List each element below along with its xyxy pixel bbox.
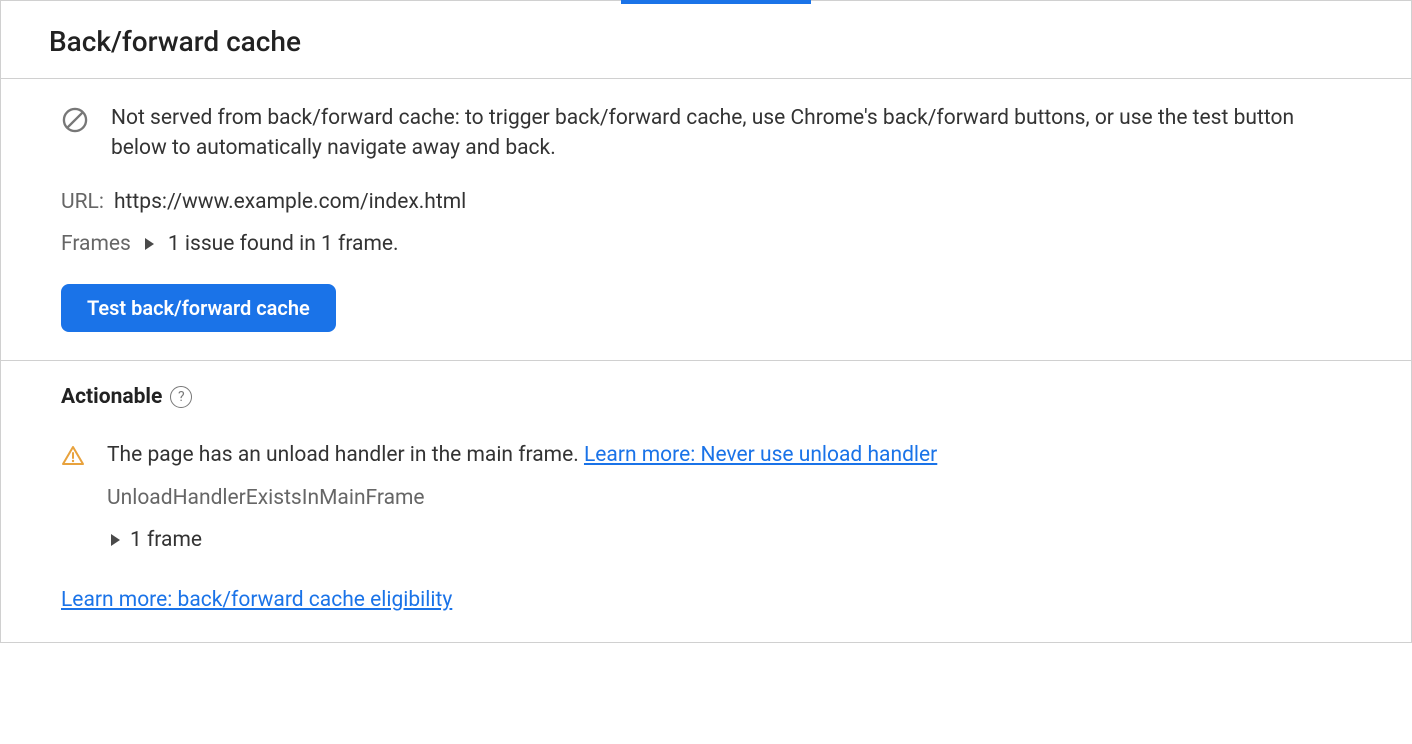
active-tab-indicator <box>621 0 811 4</box>
expand-triangle-icon <box>145 238 154 250</box>
frames-label: Frames <box>61 232 131 256</box>
issue-frame-expand[interactable]: 1 frame <box>107 528 1351 552</box>
issue-code: UnloadHandlerExistsInMainFrame <box>107 486 1351 510</box>
warning-triangle-icon <box>61 444 85 468</box>
frames-summary: 1 issue found in 1 frame. <box>168 232 399 256</box>
not-served-icon <box>61 106 89 134</box>
url-row: URL: https://www.example.com/index.html <box>61 190 1351 214</box>
issue-frame-count: 1 frame <box>130 528 202 552</box>
frames-row[interactable]: Frames 1 issue found in 1 frame. <box>61 232 1351 256</box>
cache-status-message: Not served from back/forward cache: to t… <box>111 103 1351 164</box>
cache-status-section: Not served from back/forward cache: to t… <box>1 79 1411 361</box>
section-header: Back/forward cache <box>1 0 1411 79</box>
eligibility-learn-more-link[interactable]: Learn more: back/forward cache eligibili… <box>61 588 452 612</box>
help-icon[interactable]: ? <box>170 386 192 408</box>
issue-description: The page has an unload handler in the ma… <box>107 443 937 467</box>
page-title: Back/forward cache <box>49 25 1363 58</box>
actionable-section: Actionable ? The page has an unload hand… <box>1 361 1411 642</box>
expand-triangle-icon <box>111 534 120 546</box>
actionable-heading: Actionable <box>61 385 162 409</box>
url-value: https://www.example.com/index.html <box>114 190 466 214</box>
url-label: URL: <box>61 190 104 214</box>
issue-learn-more-link[interactable]: Learn more: Never use unload handler <box>584 443 937 467</box>
test-bfcache-button[interactable]: Test back/forward cache <box>61 284 336 332</box>
